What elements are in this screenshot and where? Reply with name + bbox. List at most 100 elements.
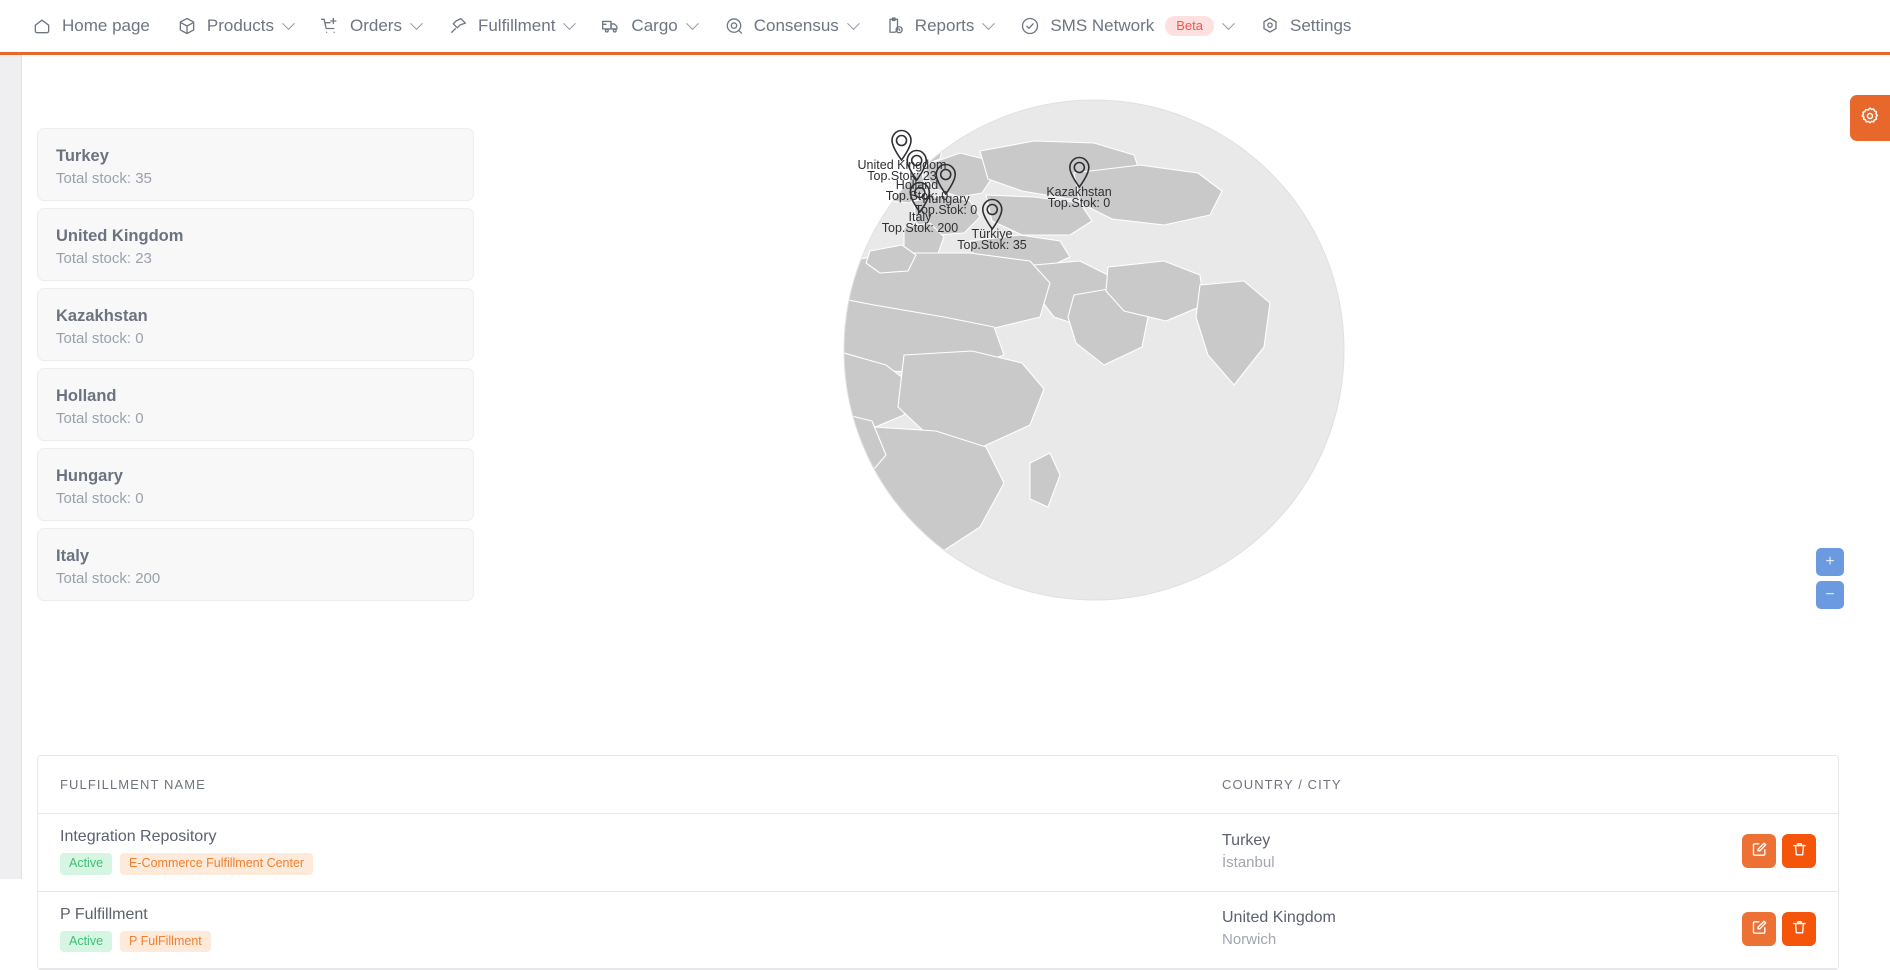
country-stock-card[interactable]: Italy Total stock: 200: [37, 528, 474, 601]
country-name: Kazakhstan: [56, 307, 148, 325]
map-marker-stock: Top.Stok: 200: [881, 221, 959, 235]
location-pin-icon: [1068, 156, 1090, 188]
row-action-group: [1742, 911, 1816, 946]
country-name: Holland: [56, 387, 117, 405]
column-header-country-city: COUNTRY / CITY: [1200, 756, 1720, 814]
chevron-down-icon: [563, 16, 577, 30]
badge-group: Active E-Commerce Fulfillment Center: [60, 853, 1178, 875]
nav-label: Products: [206, 16, 274, 35]
nav-label: Settings: [1290, 16, 1352, 35]
edit-pencil-icon: [1751, 919, 1768, 939]
map-marker[interactable]: Kazakhstan Top.Stok: 0: [1046, 156, 1112, 210]
map-marker[interactable]: Italy Top.Stok: 200: [882, 181, 958, 235]
row-city: Norwich: [1222, 931, 1277, 949]
map-zoom-out-button[interactable]: −: [1816, 581, 1844, 609]
clipboard-clock-icon: [884, 15, 906, 37]
trash-icon: [1791, 919, 1808, 939]
country-total-stock: Total stock: 23: [56, 249, 152, 267]
target-icon: [723, 15, 745, 37]
globe-graphic: [843, 99, 1345, 601]
cart-plus-icon: [319, 15, 341, 37]
map-marker-stock: Top.Stok: 0: [1047, 196, 1111, 210]
table-row[interactable]: P Fulfillment Active P FulFillment Unite…: [38, 891, 1838, 969]
nav-item-reports[interactable]: Reports: [871, 0, 1007, 52]
cell-country-city: Turkey İstanbul: [1200, 813, 1720, 892]
chevron-down-icon: [982, 16, 996, 30]
settings-panel-toggle[interactable]: [1850, 95, 1890, 141]
type-badge: E-Commerce Fulfillment Center: [120, 853, 314, 875]
cell-country-city: United Kingdom Norwich: [1200, 891, 1720, 969]
country-stock-card[interactable]: Hungary Total stock: 0: [37, 448, 474, 521]
delete-button[interactable]: [1782, 911, 1816, 946]
edit-button[interactable]: [1742, 834, 1776, 869]
trash-icon: [1791, 841, 1808, 861]
cell-fulfillment-name: P Fulfillment Active P FulFillment: [38, 891, 1200, 969]
world-map[interactable]: United Kingdom Top.Stok: 23 Holland Top.…: [474, 55, 1890, 735]
edit-pencil-icon: [1751, 841, 1768, 861]
delete-button[interactable]: [1782, 834, 1816, 869]
column-header-fulfillment-name: FULFILLMENT NAME: [38, 756, 1200, 814]
country-stock-card[interactable]: United Kingdom Total stock: 23: [37, 208, 474, 281]
nav-label: Reports: [914, 16, 975, 35]
nav-item-cargo[interactable]: Cargo: [587, 0, 709, 52]
country-stock-card[interactable]: Kazakhstan Total stock: 0: [37, 288, 474, 361]
nav-label: Orders: [349, 16, 402, 35]
chevron-down-icon: [410, 16, 423, 30]
table-row[interactable]: Integration Repository Active E-Commerce…: [38, 813, 1838, 892]
country-name: Italy: [56, 547, 90, 565]
status-badge: Active: [60, 853, 113, 875]
page-content: Turkey Total stock: 35 United Kingdom To…: [22, 55, 1890, 970]
country-stock-card[interactable]: Turkey Total stock: 35: [37, 128, 474, 201]
truck-icon: [600, 15, 622, 37]
column-header-actions: [1720, 756, 1838, 814]
nav-item-home-page[interactable]: Home page: [18, 0, 163, 52]
cell-actions: [1720, 891, 1838, 969]
country-name: Hungary: [56, 467, 123, 485]
cell-actions: [1720, 813, 1838, 892]
chevron-down-icon: [685, 16, 699, 30]
type-badge: P FulFillment: [120, 930, 211, 952]
nav-item-fulfillment[interactable]: Fulfillment: [434, 0, 587, 52]
home-icon: [31, 15, 53, 37]
badge-group: Active P FulFillment: [60, 930, 1178, 952]
country-name: United Kingdom: [56, 227, 184, 245]
nav-label: Fulfillment: [477, 16, 556, 35]
country-name: Turkey: [56, 147, 109, 165]
cell-fulfillment-name: Integration Repository Active E-Commerce…: [38, 813, 1200, 892]
map-zoom-in-button[interactable]: +: [1816, 548, 1844, 576]
country-total-stock: Total stock: 200: [56, 569, 161, 587]
row-action-group: [1742, 834, 1816, 869]
fulfillment-name: P Fulfillment: [60, 905, 148, 923]
chevron-down-icon: [1222, 16, 1235, 30]
location-pin-icon: [909, 181, 931, 213]
location-pin-icon: [981, 198, 1003, 230]
pin-star-icon: [447, 15, 469, 37]
fulfillment-name: Integration Repository: [60, 828, 217, 845]
gear-icon: [1860, 106, 1880, 131]
country-total-stock: Total stock: 0: [56, 409, 144, 427]
box-icon: [176, 15, 198, 37]
map-marker[interactable]: Türkiye Top.Stok: 35: [957, 198, 1027, 252]
collapsed-sidebar-rail[interactable]: [0, 55, 22, 879]
nav-label: Consensus: [753, 16, 839, 35]
map-zoom-controls: + −: [1816, 548, 1844, 609]
nav-item-orders[interactable]: Orders: [306, 0, 434, 52]
fulfillment-table: FULFILLMENT NAME COUNTRY / CITY Integrat…: [37, 755, 1839, 970]
beta-badge: Beta: [1165, 16, 1214, 36]
status-badge: Active: [60, 930, 113, 952]
table-header-row: FULFILLMENT NAME COUNTRY / CITY: [38, 756, 1838, 814]
chevron-down-icon: [846, 16, 860, 30]
row-country: United Kingdom: [1222, 909, 1336, 927]
edit-button[interactable]: [1742, 911, 1776, 946]
country-total-stock: Total stock: 0: [56, 489, 144, 507]
nav-item-settings[interactable]: Settings: [1246, 0, 1364, 52]
map-marker-stock: Top.Stok: 35: [957, 238, 1027, 252]
row-country: Turkey: [1222, 831, 1271, 849]
nav-item-sms-network[interactable]: SMS Network Beta: [1006, 0, 1246, 52]
nav-label: Cargo: [631, 16, 678, 35]
nav-label: Home page: [62, 16, 150, 35]
country-total-stock: Total stock: 0: [56, 329, 144, 347]
nav-item-products[interactable]: Products: [163, 0, 306, 52]
country-stock-card[interactable]: Holland Total stock: 0: [37, 368, 474, 441]
nav-item-consensus[interactable]: Consensus: [710, 0, 871, 52]
